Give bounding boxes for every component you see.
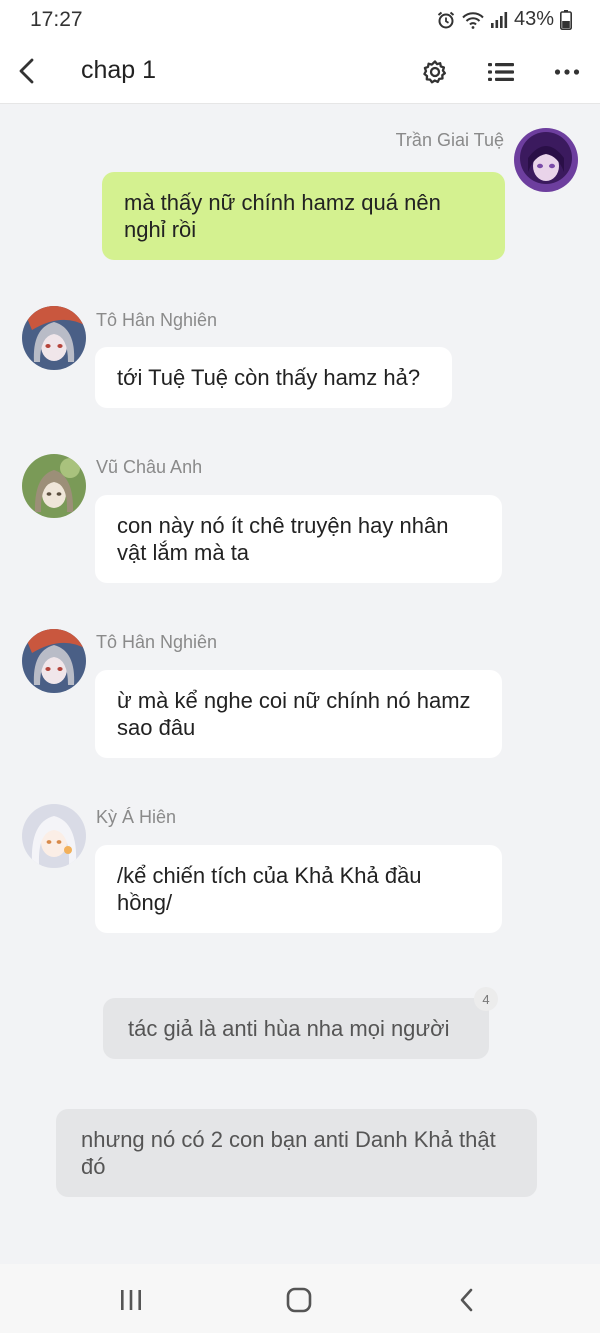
- settings-gear-icon[interactable]: [417, 54, 453, 90]
- narration-bubble: tác giả là anti hùa nha mọi người: [103, 998, 489, 1059]
- recent-apps-icon[interactable]: [113, 1282, 149, 1318]
- system-nav-bar: [0, 1264, 600, 1333]
- page-title: chap 1: [81, 56, 157, 84]
- message-bubble: ừ mà kể nghe coi nữ chính nó hamz sao đâ…: [95, 670, 502, 758]
- avatar[interactable]: [22, 804, 86, 868]
- avatar[interactable]: [514, 128, 578, 192]
- sender-name: Vũ Châu Anh: [96, 457, 203, 477]
- wifi-icon: [462, 11, 484, 29]
- avatar[interactable]: [22, 454, 86, 518]
- avatar[interactable]: [22, 629, 86, 693]
- battery-text: 43%: [513, 8, 554, 30]
- chat-area[interactable]: Trần Giai Tuệ mà thấy nữ chính hamz quá …: [0, 104, 600, 1264]
- back-arrow-icon[interactable]: [10, 54, 44, 88]
- more-dots-icon[interactable]: [549, 54, 585, 90]
- signal-icon: [490, 11, 508, 29]
- battery-icon: [560, 9, 572, 30]
- alarm-icon: [436, 10, 456, 30]
- message-bubble: con này nó ít chê truyện hay nhân vật lắ…: [95, 495, 502, 583]
- sender-name: Trần Giai Tuệ: [395, 130, 504, 150]
- narration-bubble: nhưng nó có 2 con bạn anti Danh Khả thật…: [56, 1109, 537, 1197]
- status-bar: 17:27 43%: [0, 0, 600, 42]
- app-bar: chap 1: [0, 42, 600, 104]
- message-bubble-outgoing: mà thấy nữ chính hamz quá nên nghỉ rồi: [102, 172, 505, 260]
- message-bubble: /kể chiến tích của Khả Khả đầu hồng/: [95, 845, 502, 933]
- sender-name: Tô Hân Nghiên: [96, 632, 218, 652]
- sender-name: Tô Hân Nghiên: [96, 310, 218, 330]
- status-icons: 43%: [436, 8, 572, 31]
- avatar[interactable]: [22, 306, 86, 370]
- status-time: 17:27: [30, 8, 83, 31]
- sender-name: Kỳ Á Hiên: [96, 807, 177, 827]
- paragraph-comment-badge[interactable]: 4: [474, 987, 498, 1011]
- home-icon[interactable]: [281, 1282, 317, 1318]
- list-icon[interactable]: [483, 54, 519, 90]
- back-icon[interactable]: [449, 1282, 485, 1318]
- message-bubble: tới Tuệ Tuệ còn thấy hamz hả?: [95, 347, 452, 408]
